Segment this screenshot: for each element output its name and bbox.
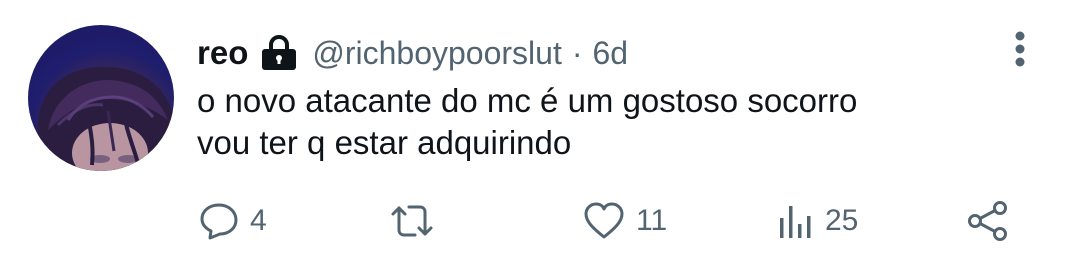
like-button[interactable]: 11	[582, 196, 667, 246]
views-icon	[777, 200, 815, 242]
display-name[interactable]: reo	[197, 34, 248, 72]
like-count: 11	[636, 204, 668, 237]
share-icon	[966, 200, 1010, 242]
avatar[interactable]	[28, 25, 174, 171]
share-button[interactable]	[966, 196, 1010, 246]
retweet-button[interactable]	[387, 196, 447, 246]
user-handle[interactable]: @richboypoorslut	[312, 35, 561, 72]
reply-icon	[198, 200, 240, 242]
tweet-time[interactable]: 6d	[593, 35, 629, 72]
more-vertical-icon[interactable]	[1008, 30, 1032, 70]
tweet-text-line: vou ter q estar adquirindo	[197, 124, 572, 161]
retweet-icon	[387, 200, 437, 242]
reply-count: 4	[250, 204, 267, 237]
separator-dot: ·	[571, 34, 583, 71]
tweet-text: o novo atacante do mc é um gostoso socor…	[197, 80, 1037, 164]
reply-button[interactable]: 4	[198, 196, 267, 246]
heart-icon	[582, 200, 626, 242]
tweet-header: reo @richboypoorslut · 6d	[197, 30, 628, 76]
views-count: 25	[825, 204, 859, 237]
tweet[interactable]: reo @richboypoorslut · 6d o novo atacant…	[0, 0, 1080, 267]
tweet-actions: 4 11 25	[0, 196, 1080, 246]
lock-icon	[260, 34, 298, 71]
views-button[interactable]: 25	[777, 196, 858, 246]
tweet-text-line: o novo atacante do mc é um gostoso socor…	[197, 82, 858, 119]
